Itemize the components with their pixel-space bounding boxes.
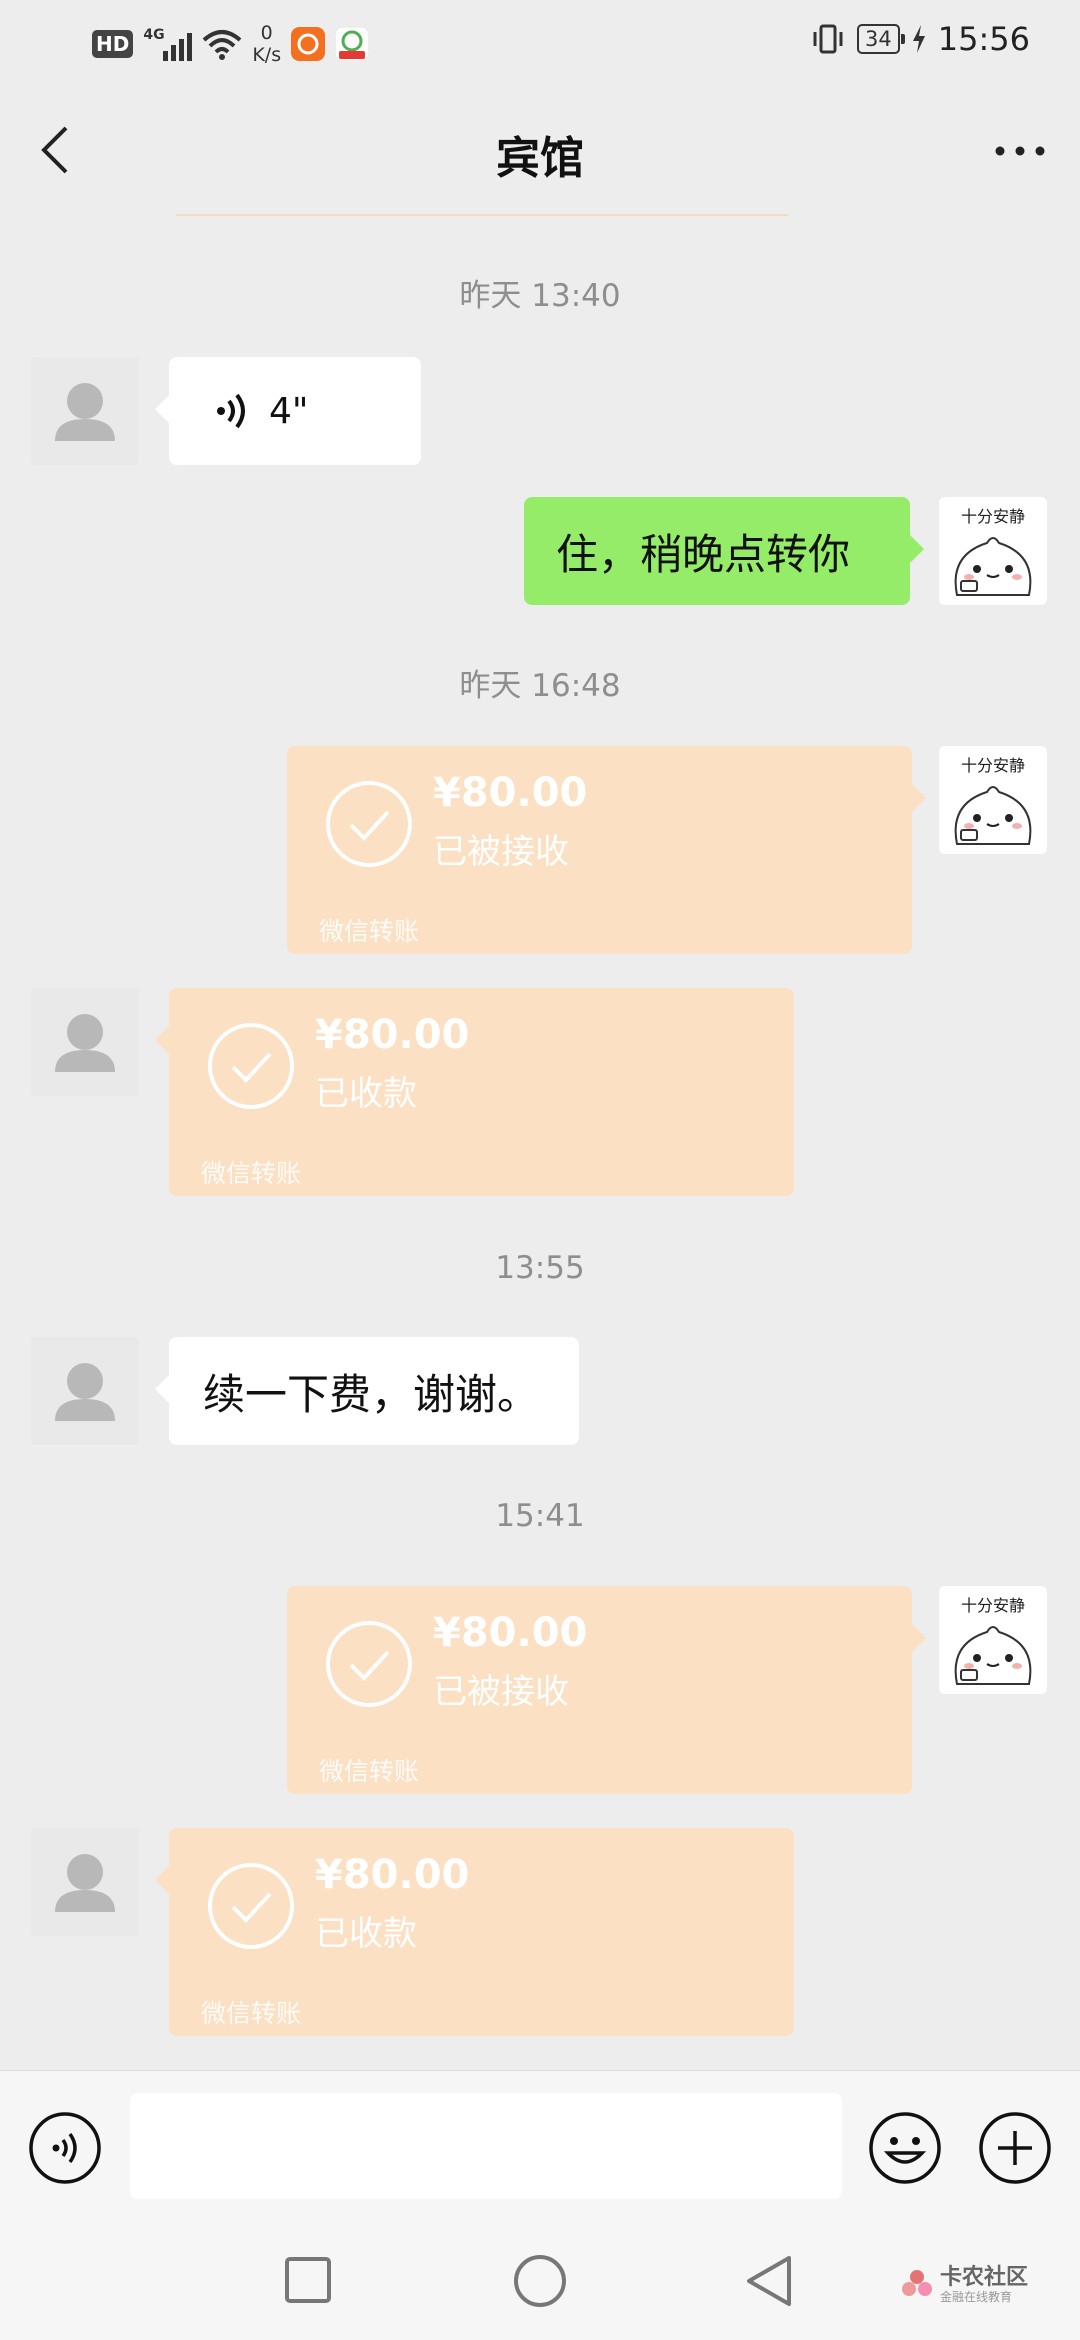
more-dots-icon	[995, 146, 1045, 156]
message-input[interactable]	[130, 2093, 842, 2199]
back-nav-icon[interactable]	[745, 2254, 793, 2308]
transfer-amount: ¥80.00	[433, 770, 588, 816]
system-nav-bar: 卡农社区 金融在线教育	[0, 2202, 1080, 2340]
vibrate-icon	[813, 24, 843, 54]
my-text-message[interactable]: 住，稍晚点转你	[524, 497, 924, 605]
battery-icon: 34	[857, 24, 905, 54]
default-user-icon	[55, 1014, 115, 1072]
avatar-caption: 十分安静	[960, 756, 1025, 775]
speed-value: 0	[260, 22, 273, 44]
hd-badge: HD	[92, 30, 134, 58]
check-circle-icon	[326, 781, 412, 867]
transfer-status: 已被接收	[433, 1672, 569, 1712]
transfer-footer: 微信转账	[201, 1999, 302, 2028]
my-avatar[interactable]: 十分安静	[939, 497, 1047, 605]
home-icon[interactable]	[513, 2254, 567, 2308]
cartoon-face-icon	[954, 1626, 1032, 1685]
app-notification-icon	[335, 27, 370, 61]
network-speed: 0 K/s	[252, 22, 281, 66]
contact-text-message[interactable]: 续一下费，谢谢。	[155, 1337, 579, 1445]
speed-unit: K/s	[252, 44, 282, 66]
status-left: HD 4G 0 K/s	[92, 22, 370, 66]
transfer-amount: ¥80.00	[315, 1012, 470, 1058]
voice-message[interactable]: 4"	[155, 357, 421, 465]
more-functions-button[interactable]	[978, 2111, 1052, 2189]
status-right: 34 15:56	[811, 20, 1030, 58]
network-type: 4G	[143, 27, 165, 43]
transfer-amount: ¥80.00	[433, 1610, 588, 1656]
contact-avatar[interactable]	[31, 988, 139, 1096]
voice-input-button[interactable]	[28, 2111, 102, 2189]
transfer-status: 已收款	[315, 1914, 417, 1954]
more-options-button[interactable]	[990, 126, 1050, 176]
chat-header: 宾馆	[0, 86, 1080, 214]
clock: 15:56	[937, 20, 1030, 58]
transfer-amount: ¥80.00	[315, 1852, 470, 1898]
voice-wave-icon	[217, 393, 245, 429]
charging-icon	[912, 25, 925, 53]
smiley-icon	[869, 2112, 941, 2184]
message-text: 续一下费，谢谢。	[203, 1369, 540, 1419]
wifi-icon	[203, 30, 242, 60]
watermark-tagline: 金融在线教育	[940, 2290, 1013, 2304]
check-circle-icon	[208, 1023, 294, 1109]
kanong-logo-icon	[902, 2270, 932, 2296]
cellular-signal-icon: 4G	[143, 27, 193, 61]
my-avatar[interactable]: 十分安静	[939, 746, 1047, 854]
default-user-icon	[55, 383, 115, 441]
timestamp: 昨天 16:48	[459, 668, 621, 704]
status-bar: HD 4G 0 K/s 34 15:56	[0, 0, 1080, 86]
chat-title: 宾馆	[496, 133, 584, 184]
contact-avatar[interactable]	[31, 357, 139, 465]
default-user-icon	[55, 1363, 115, 1421]
contact-avatar[interactable]	[31, 1337, 139, 1445]
chat-input-bar	[0, 2070, 1080, 2203]
cartoon-face-icon	[954, 537, 1032, 596]
transfer-card[interactable]: ¥80.00 已被接收 微信转账	[287, 1586, 926, 1794]
transfer-card[interactable]: ¥80.00 已收款 微信转账	[155, 988, 794, 1196]
avatar-caption: 十分安静	[960, 1596, 1025, 1615]
timestamp: 13:55	[495, 1250, 585, 1286]
default-user-icon	[55, 1854, 115, 1912]
watermark-name: 卡农社区	[940, 2265, 1029, 2290]
transfer-status: 已被接收	[433, 832, 569, 872]
timestamp: 昨天 13:40	[459, 278, 621, 314]
avatar-caption: 十分安静	[960, 507, 1025, 526]
header-divider	[176, 214, 788, 216]
check-circle-icon	[208, 1863, 294, 1949]
voice-mode-icon	[29, 2112, 101, 2184]
emoji-button[interactable]	[868, 2111, 942, 2189]
transfer-footer: 微信转账	[201, 1159, 302, 1188]
plus-circle-icon	[979, 2112, 1051, 2184]
contact-avatar[interactable]	[31, 1828, 139, 1936]
timestamp: 15:41	[495, 1498, 585, 1534]
check-circle-icon	[326, 1621, 412, 1707]
transfer-card[interactable]: ¥80.00 已收款 微信转账	[155, 1828, 794, 2036]
cartoon-face-icon	[954, 786, 1032, 845]
transfer-card[interactable]: ¥80.00 已被接收 微信转账	[287, 746, 926, 954]
transfer-status: 已收款	[315, 1074, 417, 1114]
voice-duration: 4"	[269, 390, 309, 432]
recent-apps-icon[interactable]	[284, 2256, 332, 2304]
transfer-footer: 微信转账	[319, 1757, 420, 1786]
watermark: 卡农社区 金融在线教育	[900, 2266, 1028, 2304]
transfer-footer: 微信转账	[319, 917, 420, 946]
uc-browser-icon	[291, 27, 326, 61]
my-avatar[interactable]: 十分安静	[939, 1586, 1047, 1694]
message-text: 住，稍晚点转你	[556, 529, 851, 579]
